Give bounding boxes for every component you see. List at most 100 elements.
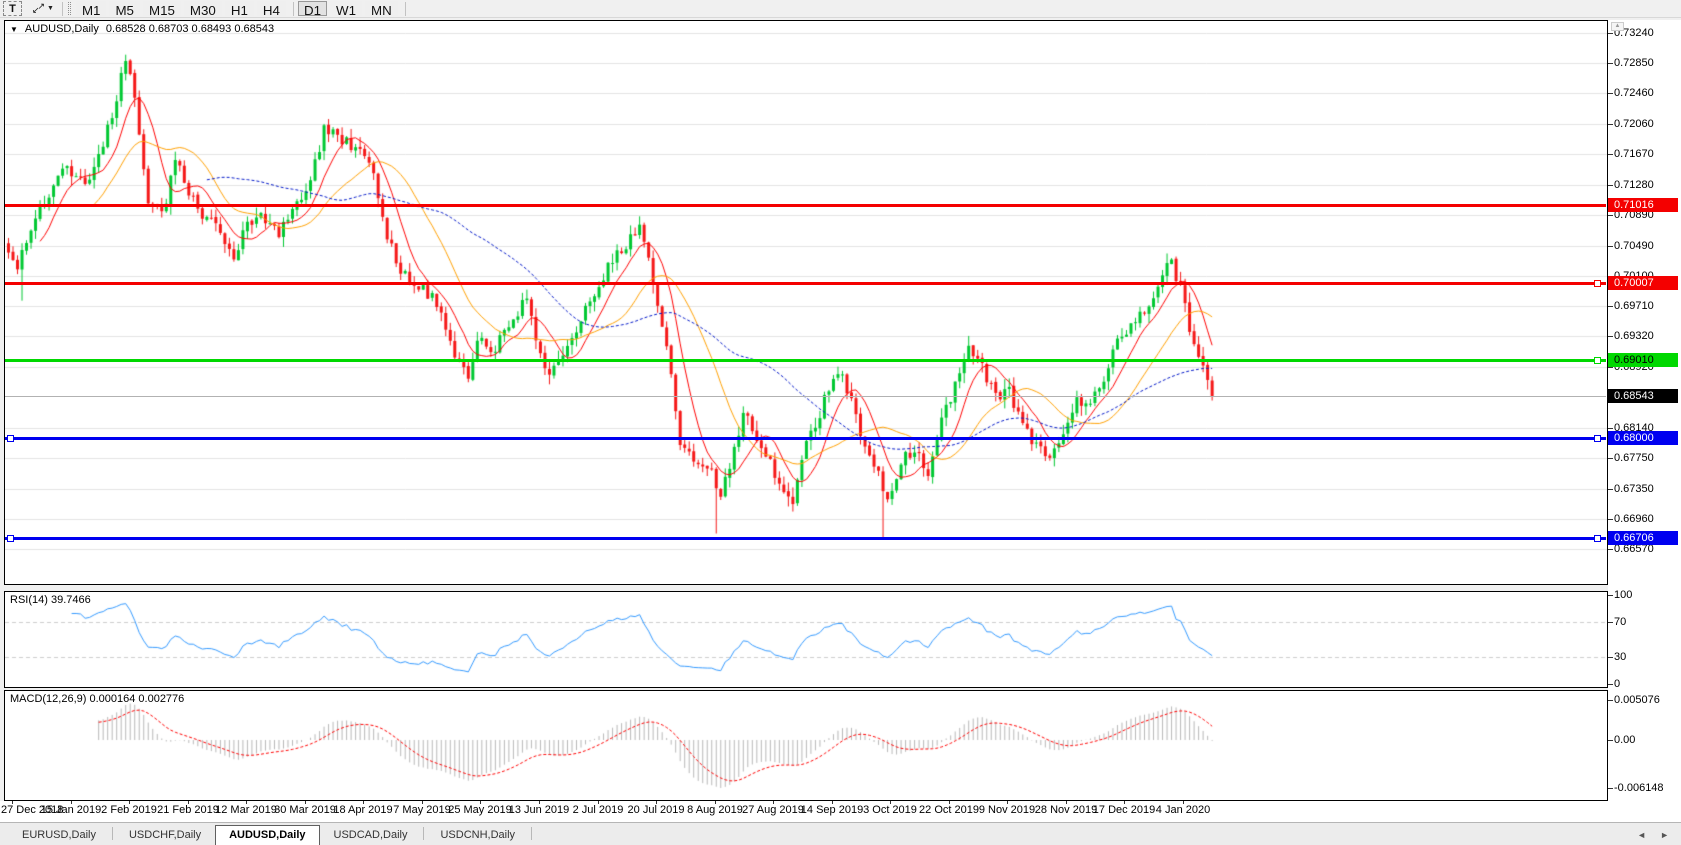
timeframe-button-m30[interactable]: M30 (183, 1, 222, 18)
tab-scroll-left-icon[interactable]: ◄ (1637, 830, 1646, 840)
cursor-tool-button[interactable]: ↗ ↙ ▼ (28, 1, 58, 16)
toolbar-separator (61, 1, 63, 16)
support-line-blue-lower-handle-left[interactable] (7, 535, 14, 542)
rsi-axis-tick (1608, 684, 1613, 685)
date-label: 3 Oct 2019 (863, 804, 917, 816)
toolbar: T ↗ ↙ ▼ M1 M5 M15 M30 H1 H4 D1 W1 MN (0, 0, 1681, 18)
price-axis-tick (1608, 93, 1613, 94)
chart-tab-eurusd[interactable]: EURUSD,Daily (8, 826, 110, 845)
date-label: 8 Aug 2019 (687, 804, 743, 816)
date-label: 15 Jan 2019 (40, 804, 102, 816)
price-axis-label: 0.70490 (1614, 240, 1654, 252)
tab-separator (531, 827, 533, 840)
date-label: 12 Mar 2019 (215, 804, 277, 816)
chart-tab-usdcnh[interactable]: USDCNH,Daily (426, 826, 529, 845)
date-label: 2 Feb 2019 (101, 804, 157, 816)
price-axis-label: 0.69710 (1614, 300, 1654, 312)
support-line-blue-lower-handle-right[interactable] (1594, 535, 1601, 542)
rsi-panel: RSI(14) 39.7466 (4, 591, 1608, 688)
rsi-axis-tick (1608, 622, 1613, 623)
price-axis-tick (1608, 306, 1613, 307)
price-axis-tick (1608, 154, 1613, 155)
support-line-blue-lower[interactable] (5, 537, 1606, 540)
price-axis-label: 0.66960 (1614, 513, 1654, 525)
macd-panel: MACD(12,26,9) 0.000164 0.002776 (4, 690, 1608, 801)
price-axis-label: 0.69320 (1614, 330, 1654, 342)
date-label: 13 Jun 2019 (508, 804, 570, 816)
date-label: 28 Nov 2019 (1034, 804, 1098, 816)
timeframe-button-w1[interactable]: W1 (329, 1, 362, 18)
chart-menu-icon[interactable]: ▼ (10, 25, 18, 34)
date-label: 30 Mar 2019 (274, 804, 336, 816)
date-label: 4 Jan 2020 (1155, 804, 1211, 816)
rsi-axis-tick (1608, 657, 1613, 658)
date-label: 14 Sep 2019 (800, 804, 864, 816)
diagonal-arrows-icon: ↗ ↙ (32, 1, 45, 15)
rsi-axis-tick (1608, 595, 1613, 596)
price-axis-tick (1608, 336, 1613, 337)
toolbar-grip[interactable] (67, 2, 71, 15)
macd-axis-tick (1608, 700, 1613, 701)
macd-axis-label: 0.005076 (1614, 694, 1660, 706)
date-label: 17 Dec 2019 (1092, 804, 1156, 816)
date-label: 21 Feb 2019 (157, 804, 219, 816)
price-axis-tick (1608, 428, 1613, 429)
rsi-canvas[interactable] (5, 592, 1607, 687)
macd-axis-label: -0.006148 (1614, 782, 1664, 794)
support-line-blue-lower-price-tag: 0.66706 (1608, 531, 1678, 545)
macd-label: MACD(12,26,9) 0.000164 0.002776 (10, 693, 185, 705)
timeframe-button-m15[interactable]: M15 (142, 1, 181, 18)
current-price-line[interactable] (5, 396, 1606, 397)
date-label: 22 Oct 2019 (919, 804, 979, 816)
current-price-line-price-tag: 0.68543 (1608, 389, 1678, 403)
timeframe-button-d1[interactable]: D1 (297, 1, 327, 18)
date-label: 27 Aug 2019 (742, 804, 804, 816)
timeframe-toolbar: M1 M5 M15 M30 H1 H4 D1 W1 MN (75, 1, 410, 18)
chart-tab-audusd[interactable]: AUDUSD,Daily (215, 825, 320, 845)
rsi-axis-label: 100 (1614, 589, 1633, 601)
price-axis-label: 0.72460 (1614, 87, 1654, 99)
date-label: 9 Nov 2019 (978, 804, 1036, 816)
text-tool-button[interactable]: T (3, 1, 22, 16)
chart-tab-bar: EURUSD,Daily USDCHF,Daily AUDUSD,Daily USDC… (0, 822, 1681, 845)
macd-canvas[interactable] (5, 691, 1607, 800)
support-line-blue-upper-handle-right[interactable] (1594, 435, 1601, 442)
price-chart-panel: ▼ AUDUSD,Daily 0.68528 0.68703 0.68493 0… (4, 20, 1608, 585)
price-axis-label: 0.67350 (1614, 483, 1654, 495)
price-axis-tick (1608, 63, 1613, 64)
macd-axis-tick (1608, 740, 1613, 741)
resistance-line-lower[interactable] (5, 282, 1606, 285)
timeframe-button-h1[interactable]: H1 (224, 1, 254, 18)
support-line-blue-upper-handle-left[interactable] (7, 435, 14, 442)
timeframe-button-h4[interactable]: H4 (256, 1, 286, 18)
timeframe-button-m5[interactable]: M5 (109, 1, 140, 18)
date-label: 2 Jul 2019 (572, 804, 624, 816)
timeframe-button-mn[interactable]: MN (364, 1, 398, 18)
price-axis-tick (1608, 185, 1613, 186)
dropdown-caret-icon: ▼ (47, 5, 54, 12)
price-axis-label: 0.67750 (1614, 452, 1654, 464)
support-line-green-price-tag: 0.69010 (1608, 353, 1678, 367)
tab-separator (111, 827, 113, 840)
chart-tab-usdchf[interactable]: USDCHF,Daily (115, 826, 215, 845)
date-label: 18 Apr 2019 (333, 804, 393, 816)
chart-symbol-label: AUDUSD,Daily (24, 23, 99, 35)
support-line-green[interactable] (5, 359, 1606, 362)
timeframe-button-m1[interactable]: M1 (75, 1, 107, 18)
rsi-axis-label: 0 (1614, 678, 1621, 690)
rsi-axis-label: 70 (1614, 616, 1627, 628)
chart-tab-usdcad[interactable]: USDCAD,Daily (320, 826, 422, 845)
price-axis-tick (1608, 489, 1613, 490)
price-axis-label: 0.72060 (1614, 118, 1654, 130)
resistance-line-upper[interactable] (5, 204, 1606, 207)
tab-scroll-right-icon[interactable]: ► (1660, 830, 1669, 840)
price-chart-canvas[interactable] (5, 21, 1607, 584)
support-line-blue-upper[interactable] (5, 437, 1606, 440)
resistance-line-lower-handle-right[interactable] (1594, 280, 1601, 287)
support-line-green-handle-right[interactable] (1594, 357, 1601, 364)
price-axis-tick (1608, 33, 1613, 34)
price-axis-tick (1608, 519, 1613, 520)
price-axis-tick (1608, 124, 1613, 125)
rsi-label: RSI(14) 39.7466 (10, 594, 91, 606)
scroll-corner-button[interactable]: ▲ (1611, 22, 1624, 31)
